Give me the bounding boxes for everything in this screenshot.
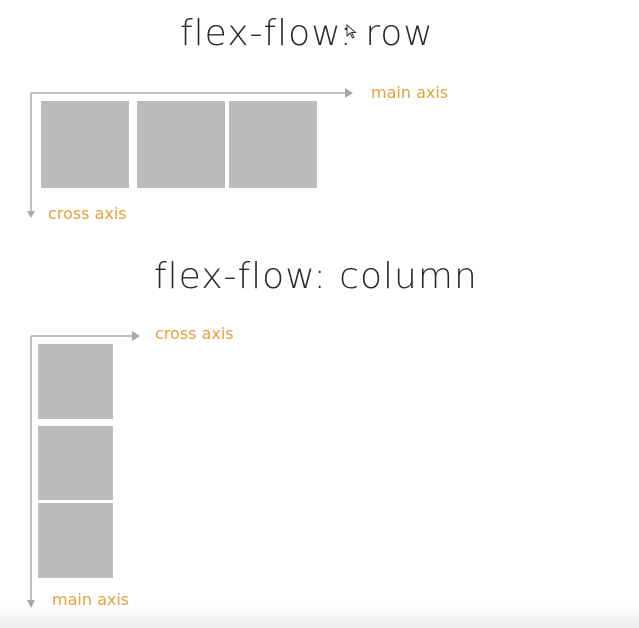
row-flex-item-2	[137, 101, 225, 188]
column-flex-item-2	[38, 426, 113, 500]
column-flex-item-3	[38, 503, 113, 578]
row-cross-axis-label: cross axis	[48, 204, 127, 223]
column-cross-axis-label: cross axis	[155, 324, 234, 343]
bottom-edge-shadow	[0, 606, 639, 628]
column-diagram-title: flex-flow: column	[154, 256, 478, 297]
col-cross-axis-arrow	[132, 331, 140, 341]
row-main-axis-label: main axis	[371, 83, 449, 102]
row-cross-axis-arrow	[27, 211, 35, 218]
row-main-axis-arrow	[345, 88, 353, 98]
row-flex-item-3	[229, 101, 317, 188]
mouse-cursor-icon	[346, 24, 357, 39]
row-flex-item-1	[41, 101, 129, 188]
column-flex-item-1	[38, 344, 113, 419]
